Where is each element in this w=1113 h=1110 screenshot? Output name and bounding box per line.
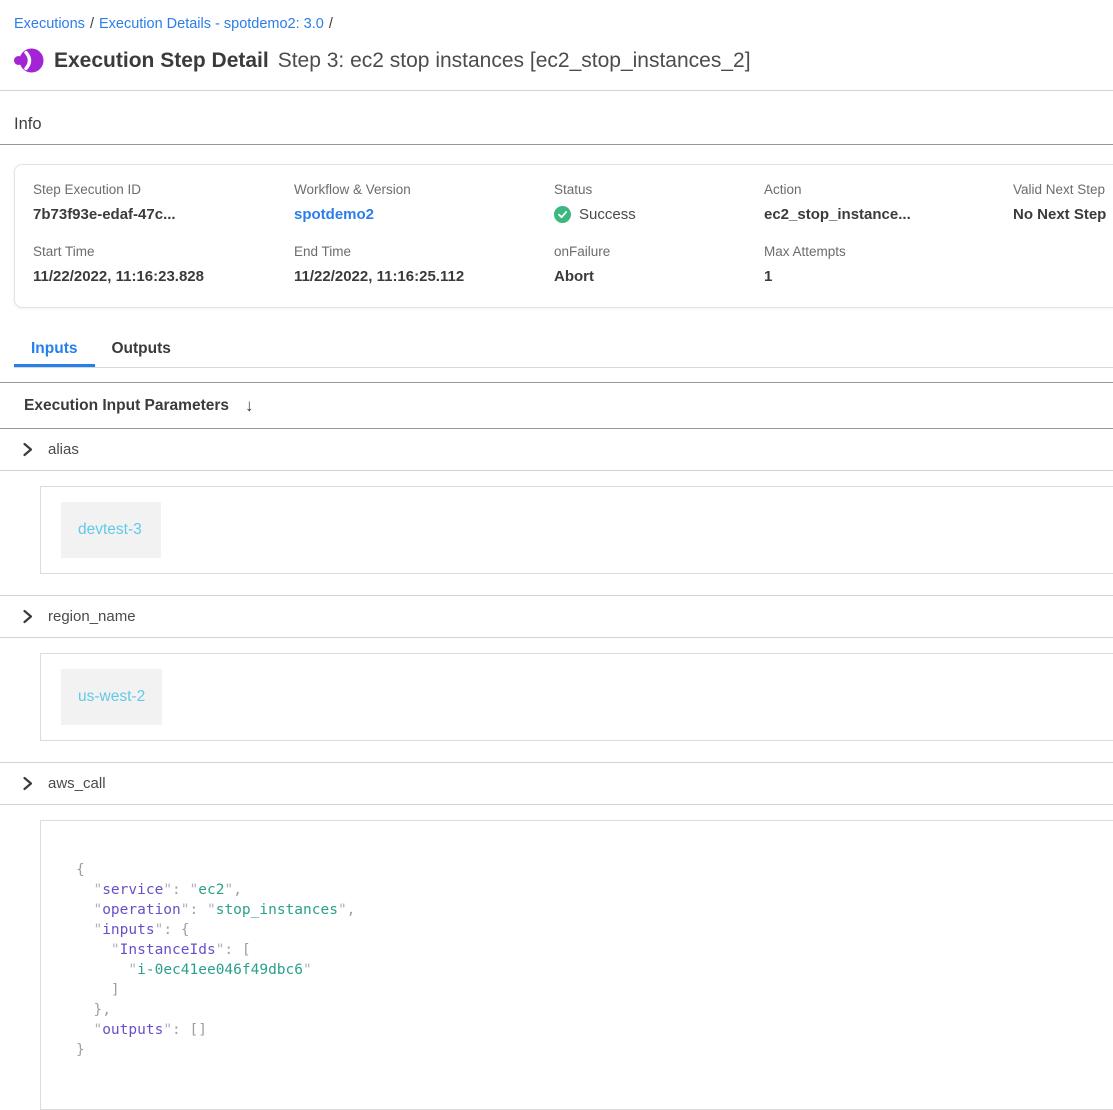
chevron-right-icon [20, 609, 35, 624]
tab-inputs[interactable]: Inputs [14, 331, 95, 367]
divider [0, 804, 1113, 805]
field-label: Workflow & Version [294, 182, 554, 197]
field-action: Action ec2_stop_instance... [764, 182, 1013, 223]
section-name: aws_call [48, 775, 106, 792]
info-heading: Info [14, 115, 1113, 134]
divider [0, 637, 1113, 638]
field-value: ec2_stop_instance... [764, 206, 1013, 223]
alias-value-chip: devtest-3 [61, 502, 161, 558]
field-value: Abort [554, 268, 764, 285]
chevron-right-icon [20, 776, 35, 791]
section-name: region_name [48, 608, 136, 625]
field-label: Max Attempts [764, 244, 1013, 259]
field-onfailure: onFailure Abort [554, 244, 764, 285]
sort-descending-icon[interactable]: ↓ [245, 396, 254, 416]
page-subtitle: Step 3: ec2 stop instances [ec2_stop_ins… [278, 49, 751, 73]
page-title: Execution Step Detail [54, 49, 269, 73]
field-max-attempts: Max Attempts 1 [764, 244, 1013, 285]
breadcrumb-link-executions[interactable]: Executions [14, 16, 85, 32]
chevron-right-icon [20, 442, 35, 457]
breadcrumb-link-execution-details[interactable]: Execution Details - spotdemo2: 3.0 [99, 16, 324, 32]
status-badge: Success [554, 206, 764, 223]
divider [0, 90, 1113, 91]
page-header: Execution Step Detail Step 3: ec2 stop i… [14, 47, 1113, 74]
field-label: End Time [294, 244, 554, 259]
field-label: onFailure [554, 244, 764, 259]
field-label: Step Execution ID [33, 182, 294, 197]
field-label: Valid Next Step [1013, 182, 1113, 197]
breadcrumb: Executions/Execution Details - spotdemo2… [14, 16, 1113, 32]
field-value: 11/22/2022, 11:16:23.828 [33, 268, 294, 285]
success-check-icon [554, 206, 571, 223]
step-info-card: Step Execution ID 7b73f93e-edaf-47c... W… [14, 164, 1113, 308]
region-name-value-chip: us-west-2 [61, 669, 162, 725]
section-row-aws-call[interactable]: aws_call [0, 763, 1113, 804]
breadcrumb-separator: / [85, 16, 99, 32]
execution-input-parameters-header: Execution Input Parameters ↓ [0, 383, 1113, 428]
status-text: Success [579, 206, 636, 223]
aws-call-code: { "service": "ec2", "operation": "stop_i… [41, 821, 1113, 1060]
field-label: Status [554, 182, 764, 197]
divider [0, 470, 1113, 471]
alias-value-panel: devtest-3 [40, 486, 1113, 574]
section-name: alias [48, 441, 79, 458]
field-value: 1 [764, 268, 1013, 285]
field-label: Start Time [33, 244, 294, 259]
aws-call-code-panel: { "service": "ec2", "operation": "stop_i… [40, 820, 1113, 1110]
field-value: No Next Step [1013, 206, 1113, 223]
tab-bar: Inputs Outputs [14, 331, 1113, 368]
field-end-time: End Time 11/22/2022, 11:16:25.112 [294, 244, 554, 285]
field-workflow-version: Workflow & Version spotdemo2 [294, 182, 554, 223]
section-row-region-name[interactable]: region_name [0, 596, 1113, 637]
workflow-link[interactable]: spotdemo2 [294, 206, 554, 223]
tab-outputs[interactable]: Outputs [95, 331, 188, 367]
section-row-alias[interactable]: alias [0, 429, 1113, 470]
field-value: 7b73f93e-edaf-47c... [33, 206, 294, 223]
field-valid-next-step: Valid Next Step No Next Step [1013, 182, 1113, 223]
field-value: 11/22/2022, 11:16:25.112 [294, 268, 554, 285]
region-name-value-panel: us-west-2 [40, 653, 1113, 741]
field-start-time: Start Time 11/22/2022, 11:16:23.828 [33, 244, 294, 285]
field-status: Status Success [554, 182, 764, 223]
divider [0, 144, 1113, 145]
breadcrumb-separator: / [324, 16, 338, 32]
field-label: Action [764, 182, 1013, 197]
field-step-execution-id: Step Execution ID 7b73f93e-edaf-47c... [33, 182, 294, 223]
params-heading: Execution Input Parameters [24, 397, 229, 415]
workflow-logo-icon [14, 47, 44, 74]
